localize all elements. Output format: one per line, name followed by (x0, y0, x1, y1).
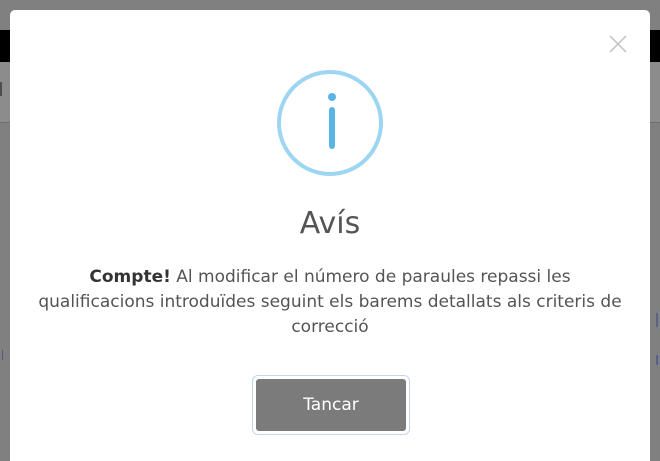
message-emphasis: Compte! (89, 267, 171, 287)
info-icon (277, 70, 383, 176)
dialog-title: Avís (299, 206, 361, 241)
close-icon (609, 35, 627, 53)
info-icon-dot (328, 93, 336, 101)
close-dialog-button-label: Tancar (256, 379, 406, 431)
background-edge-mark (651, 355, 658, 365)
close-button[interactable] (608, 34, 628, 54)
close-dialog-button[interactable]: Tancar (252, 375, 410, 435)
dialog-message: Compte! Al modificar el número de paraul… (30, 265, 630, 340)
background-menu-icon (0, 82, 10, 96)
background-edge-mark (651, 313, 658, 327)
info-icon-stem (329, 107, 335, 149)
background-edge-mark (2, 350, 8, 360)
alert-dialog: Avís Compte! Al modificar el número de p… (10, 10, 650, 461)
